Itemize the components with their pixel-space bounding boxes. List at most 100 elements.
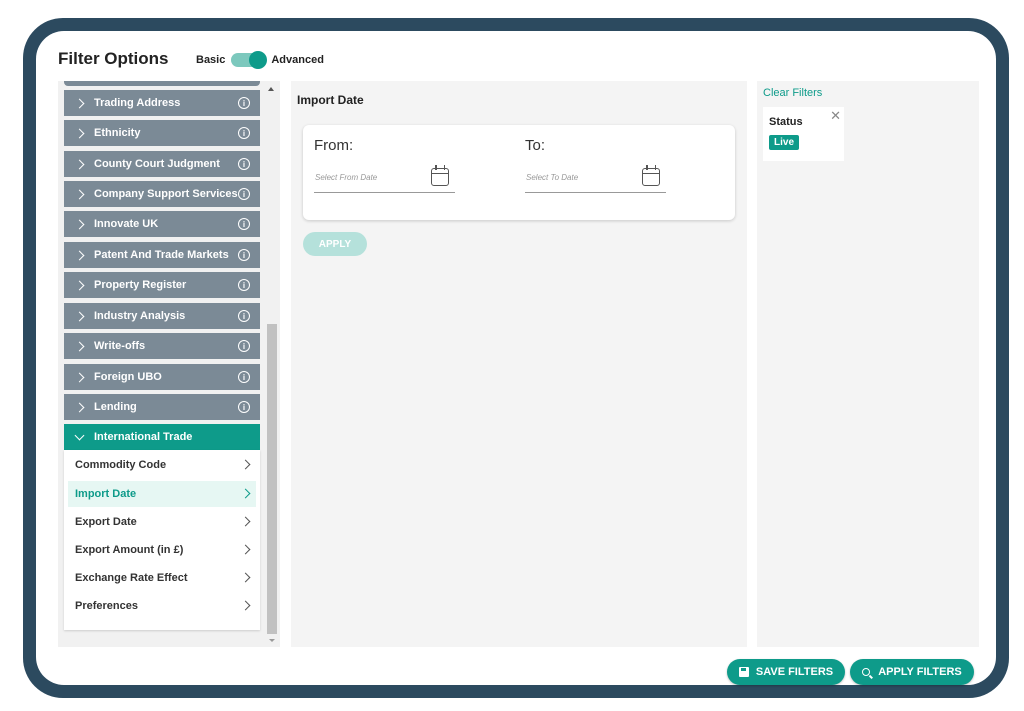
from-date-input[interactable]: Select From Date xyxy=(314,165,455,193)
chevron-down-icon xyxy=(74,430,85,440)
subcategory-exchange-rate-effect[interactable]: Exchange Rate Effect xyxy=(64,565,260,591)
category-item-lending[interactable]: Lending i xyxy=(64,394,260,420)
subcategory-commodity-code[interactable]: Commodity Code xyxy=(64,452,260,478)
category-item-company-support-services[interactable]: Company Support Services i xyxy=(64,181,260,207)
chevron-right-icon xyxy=(74,311,85,321)
category-label: Foreign UBO xyxy=(94,371,162,383)
category-item-property-register[interactable]: Property Register i xyxy=(64,272,260,298)
filter-title: Import Date xyxy=(297,93,364,107)
chevron-right-icon xyxy=(74,98,85,108)
calendar-icon[interactable] xyxy=(642,165,660,186)
category-label: Industry Analysis xyxy=(94,310,186,322)
category-label: Lending xyxy=(94,401,137,413)
filter-detail-panel: Import Date From: To: Select From Date S… xyxy=(291,81,747,647)
scrollbar-thumb[interactable] xyxy=(267,324,277,634)
category-label: Write-offs xyxy=(94,340,146,352)
outer-frame: Filter Options Basic Advanced Trading Ad… xyxy=(23,18,1009,698)
toggle-knob xyxy=(249,51,268,69)
save-filters-button[interactable]: SAVE FILTERS xyxy=(727,659,845,685)
apply-filters-label: APPLY FILTERS xyxy=(878,666,962,678)
category-item-trading-address[interactable]: Trading Address i xyxy=(64,90,260,116)
chevron-right-icon xyxy=(240,516,251,527)
info-icon[interactable]: i xyxy=(238,310,250,322)
category-item-innovate-uk[interactable]: Innovate UK i xyxy=(64,211,260,237)
info-icon[interactable]: i xyxy=(238,188,250,200)
subcategory-label: Preferences xyxy=(75,600,138,612)
subcategory-label: Commodity Code xyxy=(75,459,167,471)
category-label: Property Register xyxy=(94,279,187,291)
info-icon[interactable]: i xyxy=(238,127,250,139)
filter-dialog: Filter Options Basic Advanced Trading Ad… xyxy=(36,31,996,685)
category-item-industry-analysis[interactable]: Industry Analysis i xyxy=(64,303,260,329)
subcategory-export-amount[interactable]: Export Amount (in £) xyxy=(64,537,260,563)
apply-button[interactable]: APPLY xyxy=(303,232,367,256)
chevron-right-icon xyxy=(240,572,251,583)
search-icon xyxy=(862,668,871,676)
category-label: International Trade xyxy=(94,431,193,443)
chevron-right-icon xyxy=(74,189,85,199)
chevron-right-icon xyxy=(74,128,85,138)
category-item-partial[interactable] xyxy=(64,81,260,86)
category-item-ethnicity[interactable]: Ethnicity i xyxy=(64,120,260,146)
active-filters-panel: Clear Filters Status ✕ Live xyxy=(757,81,979,647)
category-item-county-court-judgment[interactable]: County Court Judgment i xyxy=(64,151,260,177)
scroll-up-arrow-icon[interactable] xyxy=(268,87,274,91)
mode-basic-label[interactable]: Basic xyxy=(196,54,225,66)
chevron-right-icon xyxy=(74,159,85,169)
scroll-down-arrow-icon[interactable] xyxy=(269,639,275,642)
apply-filters-button[interactable]: APPLY FILTERS xyxy=(850,659,974,685)
chevron-right-icon xyxy=(240,544,251,555)
floppy-disk-icon xyxy=(738,667,749,677)
to-date-input[interactable]: Select To Date xyxy=(525,165,666,193)
category-label: Ethnicity xyxy=(94,127,141,139)
category-label: Company Support Services xyxy=(94,188,238,200)
calendar-icon[interactable] xyxy=(431,165,449,186)
mode-toggle[interactable] xyxy=(231,51,268,69)
subcategory-import-date[interactable]: Import Date xyxy=(68,481,256,507)
info-icon[interactable]: i xyxy=(238,401,250,413)
status-badge: Live xyxy=(769,135,800,150)
info-icon[interactable]: i xyxy=(238,249,250,261)
close-icon[interactable]: ✕ xyxy=(830,108,841,124)
mode-advanced-label[interactable]: Advanced xyxy=(271,54,324,66)
chip-title: Status xyxy=(769,116,803,128)
info-icon[interactable]: i xyxy=(238,218,250,230)
date-range-card: From: To: Select From Date Select To Dat… xyxy=(303,125,735,220)
subcategory-list: Commodity Code Import Date Export Date E… xyxy=(64,450,260,630)
to-date-placeholder: Select To Date xyxy=(526,173,579,182)
info-icon[interactable]: i xyxy=(238,279,250,291)
category-label: Trading Address xyxy=(94,97,181,109)
category-label: County Court Judgment xyxy=(94,158,220,170)
save-filters-label: SAVE FILTERS xyxy=(755,666,834,678)
info-icon[interactable]: i xyxy=(238,340,250,352)
chevron-right-icon xyxy=(74,341,85,351)
from-date-placeholder: Select From Date xyxy=(315,173,378,182)
chevron-right-icon xyxy=(74,280,85,290)
subcategory-export-date[interactable]: Export Date xyxy=(64,509,260,535)
info-icon[interactable]: i xyxy=(238,371,250,383)
chevron-right-icon xyxy=(74,219,85,229)
category-label: Patent And Trade Markets xyxy=(94,249,229,261)
category-sidebar: Trading Address i Ethnicity i County Cou… xyxy=(58,81,280,647)
clear-filters-link[interactable]: Clear Filters xyxy=(763,87,822,99)
subcategory-label: Export Amount (in £) xyxy=(75,544,184,556)
chevron-right-icon xyxy=(74,402,85,412)
page-title: Filter Options xyxy=(58,49,169,68)
from-label: From: xyxy=(314,137,354,154)
subcategory-label: Import Date xyxy=(75,488,137,500)
category-item-foreign-ubo[interactable]: Foreign UBO i xyxy=(64,364,260,390)
category-item-patent-and-trade-markets[interactable]: Patent And Trade Markets i xyxy=(64,242,260,268)
chevron-right-icon xyxy=(240,488,251,499)
chevron-right-icon xyxy=(74,250,85,260)
chevron-right-icon xyxy=(240,459,251,470)
mode-switch: Basic Advanced xyxy=(192,51,328,69)
subcategory-label: Exchange Rate Effect xyxy=(75,572,188,584)
info-icon[interactable]: i xyxy=(238,97,250,109)
info-icon[interactable]: i xyxy=(238,158,250,170)
category-label: Innovate UK xyxy=(94,218,159,230)
to-label: To: xyxy=(525,137,546,154)
category-item-international-trade[interactable]: International Trade xyxy=(64,424,260,450)
subcategory-preferences[interactable]: Preferences xyxy=(64,593,260,619)
filter-chip-status: Status ✕ Live xyxy=(763,107,844,161)
category-item-write-offs[interactable]: Write-offs i xyxy=(64,333,260,359)
